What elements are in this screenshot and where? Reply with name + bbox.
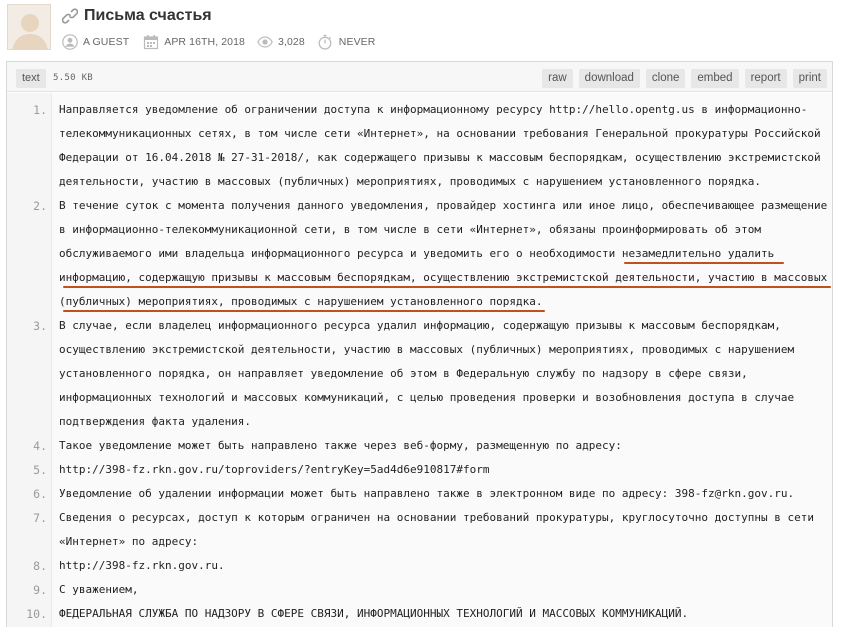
date-info: APR 16TH, 2018 bbox=[142, 34, 245, 51]
title-row: Письма счастья bbox=[62, 4, 212, 28]
code-line: 3. В случае, если владелец информационног… bbox=[7, 314, 832, 434]
line-number: 9. bbox=[33, 583, 47, 597]
user-icon bbox=[61, 34, 78, 51]
line-text-row: телекоммуникационных сетях, в том числе … bbox=[59, 127, 821, 140]
line-number: 8. bbox=[33, 559, 47, 573]
line-text-row: С уважением, bbox=[59, 583, 139, 596]
code-line: 8. http://398-fz.rkn.gov.ru. bbox=[7, 554, 832, 578]
print-button[interactable]: print bbox=[792, 69, 827, 88]
line-number: 10. bbox=[26, 607, 47, 621]
download-button[interactable]: download bbox=[578, 69, 640, 88]
paste-meta: A GUEST APR 16TH, 2018 3,028 NEVER bbox=[61, 33, 375, 51]
line-text-row: ФЕДЕРАЛЬНАЯ СЛУЖБА ПО НАДЗОРУ В СФЕРЕ СВ… bbox=[59, 607, 689, 620]
line-number: 6. bbox=[33, 487, 47, 501]
line-text: Уведомление об удалении информации может… bbox=[59, 482, 829, 506]
toolbar-actions: raw download clone embed report print bbox=[542, 69, 827, 88]
line-text-row: деятельности, участию в массовых (публич… bbox=[59, 175, 761, 188]
line-text-row: http://398-fz.rkn.gov.ru/toproviders/?en… bbox=[59, 463, 490, 476]
line-text-row: Такое уведомление может быть направлено … bbox=[59, 439, 622, 452]
line-number: 7. bbox=[33, 511, 47, 525]
line-text-row: Направляется уведомление об ограничении … bbox=[59, 103, 808, 116]
link-icon bbox=[62, 8, 78, 24]
line-text: В случае, если владелец информационного … bbox=[59, 314, 829, 434]
code-line: 5. http://398-fz.rkn.gov.ru/toproviders/?… bbox=[7, 458, 832, 482]
line-text: Сведения о ресурсах, доступ к которым ог… bbox=[59, 506, 829, 554]
line-text-row: в информационно-телекоммуникационной сет… bbox=[59, 223, 761, 236]
embed-button[interactable]: embed bbox=[691, 69, 739, 88]
line-text-row: информационных технологий и массовых ком… bbox=[59, 391, 795, 404]
report-button[interactable]: report bbox=[744, 69, 787, 88]
line-number: 5. bbox=[33, 463, 47, 477]
view-count: 3,028 bbox=[278, 36, 305, 48]
line-text: В течение суток с момента получения данн… bbox=[59, 194, 829, 314]
paste-size: 5.50 KB bbox=[53, 73, 94, 83]
code-line: 7. Сведения о ресурсах, доступ к которым … bbox=[7, 506, 832, 554]
clone-button[interactable]: clone bbox=[645, 69, 686, 88]
line-number: 4. bbox=[33, 439, 47, 453]
author-name[interactable]: A GUEST bbox=[83, 36, 129, 48]
line-text-row: установленного порядка, он направляет ув… bbox=[59, 367, 748, 380]
code-line: 1. Направляется уведомление об ограничени… bbox=[7, 98, 832, 194]
page-title: Письма счастья bbox=[84, 7, 212, 24]
line-text: http://398-fz.rkn.gov.ru. bbox=[59, 554, 829, 578]
highlight-underline bbox=[63, 286, 831, 288]
line-text: С уважением, bbox=[59, 578, 829, 602]
paste-header: Письма счастья A GUEST APR 16TH, 2018 3,… bbox=[0, 0, 841, 62]
raw-button[interactable]: raw bbox=[542, 69, 573, 88]
code-area[interactable]: 1. Направляется уведомление об ограничени… bbox=[7, 93, 832, 627]
line-text-row: Уведомление об удалении информации может… bbox=[59, 487, 795, 500]
expiry-value: NEVER bbox=[338, 36, 376, 48]
author-info[interactable]: A GUEST bbox=[61, 34, 129, 51]
code-line: 2. В течение суток с момента получения да… bbox=[7, 194, 832, 314]
line-text-row: осуществлению экстремистской деятельност… bbox=[59, 343, 795, 356]
calendar-icon bbox=[142, 34, 159, 51]
stopwatch-icon bbox=[317, 34, 334, 51]
line-text: Такое уведомление может быть направлено … bbox=[59, 434, 829, 458]
line-text-row: «Интернет» по адресу: bbox=[59, 535, 199, 548]
eye-icon bbox=[256, 34, 273, 51]
avatar[interactable] bbox=[7, 4, 51, 50]
views-info: 3,028 bbox=[256, 34, 305, 51]
code-line: 6. Уведомление об удалении информации мож… bbox=[7, 482, 832, 506]
line-text: Направляется уведомление об ограничении … bbox=[59, 98, 829, 194]
code-line: 4. Такое уведомление может быть направлен… bbox=[7, 434, 832, 458]
line-text-row: В случае, если владелец информационного … bbox=[59, 319, 781, 332]
highlight-underline bbox=[624, 262, 784, 264]
line-number: 2. bbox=[33, 199, 47, 213]
paste-date: APR 16TH, 2018 bbox=[164, 36, 245, 48]
line-text-row: В течение суток с момента получения данн… bbox=[59, 199, 828, 212]
line-text-row: Федерации от 16.04.2018 № 27-31-2018/, к… bbox=[59, 151, 821, 164]
line-number: 3. bbox=[33, 319, 47, 333]
highlight-underline bbox=[63, 310, 545, 312]
paste-toolbar: text 5.50 KB raw download clone embed re… bbox=[7, 62, 832, 92]
expiry-info: NEVER bbox=[317, 34, 376, 51]
line-text-row: подтверждения факта удаления. bbox=[59, 415, 252, 428]
line-text: http://398-fz.rkn.gov.ru/toproviders/?en… bbox=[59, 458, 829, 482]
paste-box: text 5.50 KB raw download clone embed re… bbox=[6, 61, 833, 627]
line-text-row: http://398-fz.rkn.gov.ru. bbox=[59, 559, 225, 572]
code-line: 9. С уважением, bbox=[7, 578, 832, 602]
syntax-language-button[interactable]: text bbox=[16, 69, 46, 88]
user-silhouette-icon bbox=[8, 5, 50, 49]
code-line: 10. ФЕДЕРАЛЬНАЯ СЛУЖБА ПО НАДЗОРУ В СФЕРЕ… bbox=[7, 602, 832, 626]
line-text-row: Сведения о ресурсах, доступ к которым ог… bbox=[59, 511, 814, 524]
line-text: ФЕДЕРАЛЬНАЯ СЛУЖБА ПО НАДЗОРУ В СФЕРЕ СВ… bbox=[59, 602, 829, 626]
line-number: 1. bbox=[33, 103, 47, 117]
